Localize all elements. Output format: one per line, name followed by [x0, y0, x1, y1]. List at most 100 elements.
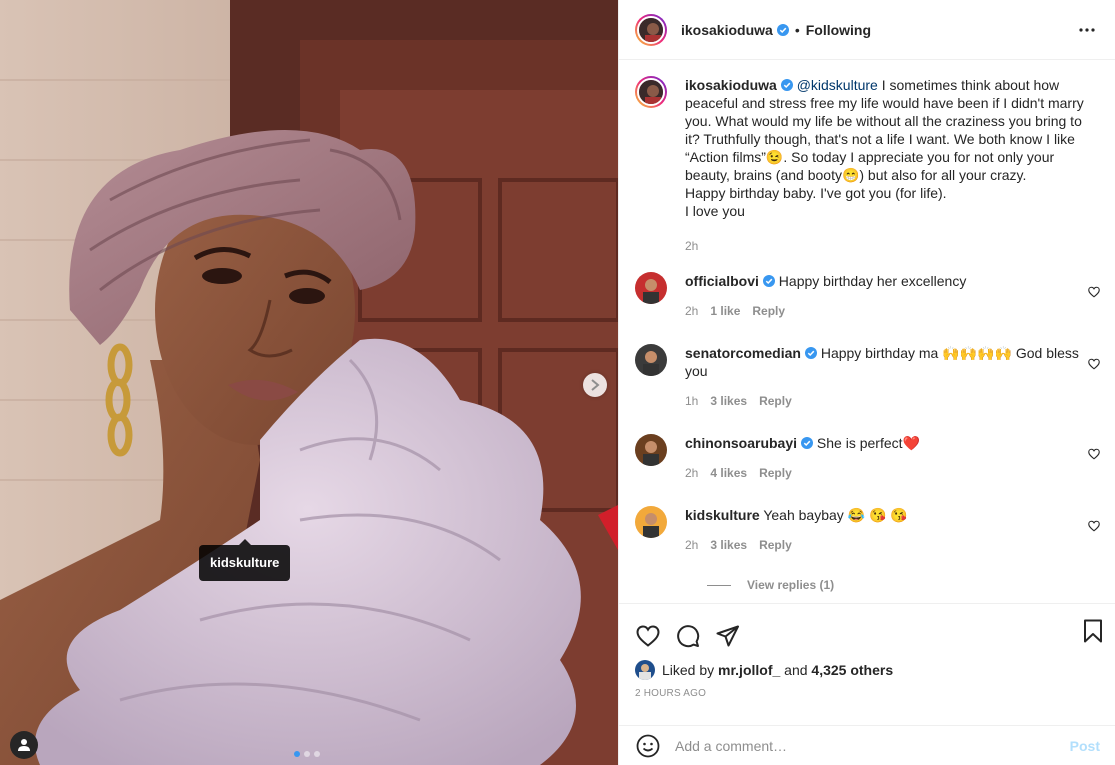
comment-meta: 2h 1 like Reply: [685, 302, 1100, 320]
comment-time[interactable]: 2h: [685, 464, 698, 482]
commenter-avatar[interactable]: [635, 434, 667, 466]
portrait-photo: [0, 0, 618, 765]
caption-author-avatar[interactable]: [635, 76, 667, 108]
verified-badge-icon: [780, 79, 793, 91]
action-bar: [619, 604, 1115, 656]
comment-button[interactable]: [675, 623, 701, 649]
comment-time[interactable]: 1h: [685, 392, 698, 410]
author-avatar-image: [639, 17, 663, 42]
commenter-avatar[interactable]: [635, 506, 667, 538]
comment-likes-count[interactable]: 3 likes: [710, 536, 747, 554]
caption-mention-link[interactable]: @kidskulture: [797, 77, 878, 93]
caption: ikosakioduwa @kidskulture I sometimes th…: [635, 76, 1100, 255]
post-timestamp[interactable]: 2 HOURS AGO: [619, 680, 1115, 699]
carousel-dot: [304, 751, 310, 757]
caption-username[interactable]: ikosakioduwa: [685, 77, 777, 93]
commenter-username[interactable]: senatorcomedian: [685, 345, 801, 361]
post-photo[interactable]: kidskulture: [0, 0, 618, 765]
comment-time[interactable]: 2h: [685, 302, 698, 320]
verified-badge-icon: [762, 275, 775, 287]
add-comment-bar: Post: [619, 725, 1115, 765]
bookmark-icon: [1084, 619, 1102, 643]
chevron-right-icon: [591, 379, 600, 391]
post-actions: Liked by mr.jollof_ and 4,325 others 2 H…: [619, 603, 1115, 758]
comment-meta: 2h 3 likes Reply: [685, 536, 1100, 554]
user-icon: [18, 739, 30, 751]
commenter-avatar-image: [635, 506, 667, 538]
comment-body: kidskulture Yeah baybay 😂 😘 😘 2h 3 likes…: [685, 506, 1100, 578]
liker-avatar-image: [635, 660, 655, 680]
likes-summary: Liked by mr.jollof_ and 4,325 others: [619, 656, 1115, 680]
commenter-username[interactable]: officialbovi: [685, 273, 759, 289]
header-separator: •: [794, 21, 800, 38]
commenter-avatar-image: [635, 434, 667, 466]
view-replies-label: View replies (1): [747, 578, 835, 592]
more-options-button[interactable]: [1075, 18, 1099, 42]
comment-text: Happy birthday her excellency: [778, 273, 967, 289]
share-button[interactable]: [715, 623, 741, 649]
likes-others-link[interactable]: 4,325 others: [811, 662, 893, 678]
comment-body: senatorcomedian Happy birthday ma 🙌🙌🙌🙌 G…: [685, 344, 1100, 434]
comment-body: officialbovi Happy birthday her excellen…: [685, 272, 1100, 344]
post-sidebar: ikosakioduwa • Following ikosakioduwa @k…: [618, 0, 1115, 765]
carousel-next-button[interactable]: [583, 373, 607, 397]
caption-text: ikosakioduwa @kidskulture I sometimes th…: [685, 76, 1100, 255]
liker-avatar[interactable]: [635, 660, 655, 680]
commenter-username[interactable]: kidskulture: [685, 507, 760, 523]
comment-like-heart-icon[interactable]: [1088, 448, 1100, 460]
author-username[interactable]: ikosakioduwa: [681, 22, 773, 38]
comment-input[interactable]: [675, 738, 1070, 754]
comment-reply-button[interactable]: Reply: [759, 536, 792, 554]
verified-badge-icon: [801, 437, 814, 449]
comment-row: senatorcomedian Happy birthday ma 🙌🙌🙌🙌 G…: [635, 344, 1100, 434]
commenter-username[interactable]: chinonsoarubayi: [685, 435, 797, 451]
commenter-avatar-image: [635, 344, 667, 376]
caption-time[interactable]: 2h: [685, 237, 698, 255]
comment-like-heart-icon[interactable]: [1088, 520, 1100, 532]
user-tag-tooltip[interactable]: kidskulture: [199, 539, 291, 581]
post-header: ikosakioduwa • Following: [619, 0, 1115, 60]
caption-author-avatar-image: [639, 80, 663, 104]
comment-text: Yeah baybay 😂 😘 😘: [763, 507, 908, 523]
comment-likes-count[interactable]: 1 like: [710, 302, 740, 320]
commenter-avatar-image: [635, 272, 667, 304]
tagged-users-button[interactable]: [10, 731, 38, 759]
liked-by-prefix: Liked by: [662, 662, 715, 678]
comment-row: chinonsoarubayi She is perfect❤️ 2h 4 li…: [635, 434, 1100, 506]
comment-like-heart-icon[interactable]: [1088, 358, 1100, 370]
liked-by-connector: and: [784, 662, 808, 678]
comment-likes-count[interactable]: 4 likes: [710, 464, 747, 482]
comment-bubble-icon: [677, 625, 700, 648]
carousel-dot: [294, 751, 300, 757]
comment-reply-button[interactable]: Reply: [752, 302, 785, 320]
save-button[interactable]: [1080, 618, 1106, 644]
comment-meta: 2h 4 likes Reply: [685, 464, 1100, 482]
post-comment-button[interactable]: Post: [1070, 738, 1100, 754]
verified-badge-icon: [804, 347, 817, 359]
caption-body-line: Happy birthday baby. I've got you (for l…: [685, 185, 947, 201]
view-replies-button[interactable]: View replies (1): [707, 578, 1100, 592]
verified-badge-icon: [776, 23, 789, 36]
comment-row: kidskulture Yeah baybay 😂 😘 😘 2h 3 likes…: [635, 506, 1100, 578]
author-avatar[interactable]: [635, 13, 667, 46]
comment-time[interactable]: 2h: [685, 536, 698, 554]
caption-meta: 2h: [685, 237, 1100, 255]
comment-like-heart-icon[interactable]: [1088, 286, 1100, 298]
comments-list[interactable]: ikosakioduwa @kidskulture I sometimes th…: [619, 60, 1115, 603]
view-replies-divider: [707, 584, 731, 586]
comment-likes-count[interactable]: 3 likes: [710, 392, 747, 410]
following-button[interactable]: Following: [806, 22, 871, 38]
comment-text: She is perfect❤️: [816, 435, 920, 451]
comment-body: chinonsoarubayi She is perfect❤️ 2h 4 li…: [685, 434, 1100, 506]
heart-icon: [636, 625, 660, 647]
emoji-picker-button[interactable]: [635, 733, 661, 759]
comment-reply-button[interactable]: Reply: [759, 464, 792, 482]
like-button[interactable]: [635, 623, 661, 649]
comment-row: officialbovi Happy birthday her excellen…: [635, 272, 1100, 344]
carousel-dot: [314, 751, 320, 757]
comment-meta: 1h 3 likes Reply: [685, 392, 1100, 410]
comment-reply-button[interactable]: Reply: [759, 392, 792, 410]
liker-username[interactable]: mr.jollof_: [718, 662, 780, 678]
commenter-avatar[interactable]: [635, 272, 667, 304]
commenter-avatar[interactable]: [635, 344, 667, 376]
